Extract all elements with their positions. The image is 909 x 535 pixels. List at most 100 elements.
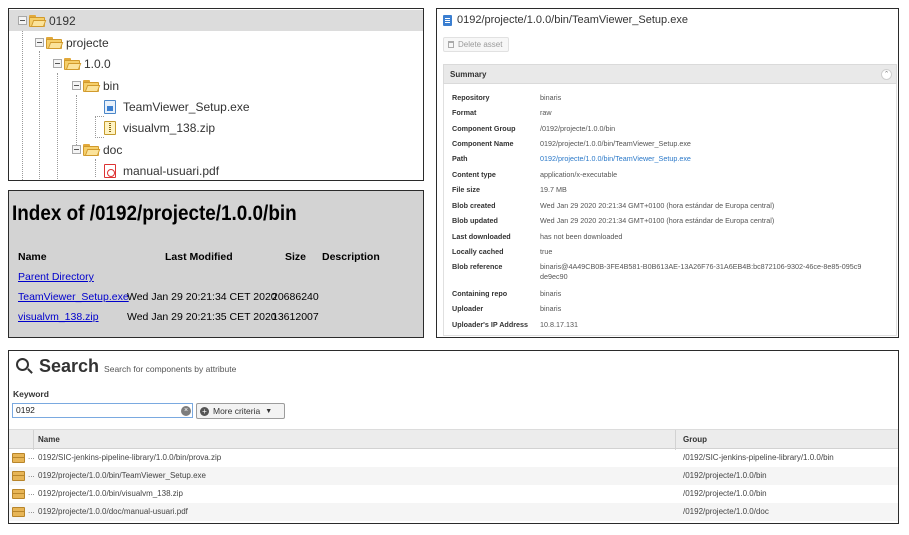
- delete-asset-button[interactable]: Delete asset: [443, 37, 510, 52]
- collapse-icon[interactable]: ⌃: [881, 69, 892, 80]
- summary-section-header[interactable]: Summary ⌃: [443, 64, 897, 84]
- field-key: Containing repo: [452, 289, 508, 298]
- open-folder-icon: [83, 143, 101, 156]
- field-key: Last downloaded: [452, 232, 511, 241]
- chevron-down-icon: ▼: [265, 407, 273, 415]
- field-key: Repository: [452, 93, 490, 102]
- field-value: 10.8.17.131: [540, 320, 578, 329]
- document-icon: [443, 14, 452, 26]
- result-row[interactable]: ... 0192/projecte/1.0.0/bin/TeamViewer_S…: [9, 467, 898, 485]
- component-icon: [12, 471, 25, 481]
- column-header-last-modified[interactable]: Last Modified: [165, 251, 233, 263]
- delete-asset-label: Delete asset: [458, 40, 503, 49]
- field-key: Content type: [452, 170, 496, 179]
- file-last-modified: Wed Jan 29 20:21:35 CET 2020: [127, 311, 277, 323]
- summary-body: Repository binaris Format raw Component Gr…: [443, 84, 897, 336]
- tree-node-bin[interactable]: bin: [9, 75, 423, 96]
- result-row[interactable]: ... 0192/projecte/1.0.0/doc/manual-usuar…: [9, 503, 898, 521]
- column-header-name[interactable]: Name: [18, 251, 47, 263]
- search-subtitle: Search for components by attribute: [104, 364, 237, 374]
- collapse-toggle-icon[interactable]: [72, 145, 81, 154]
- result-row[interactable]: ... 0192/projecte/1.0.0/bin/visualvm_138…: [9, 485, 898, 503]
- field-key: File size: [452, 185, 480, 194]
- clear-icon[interactable]: ×: [181, 406, 191, 416]
- tree-node-manual-pdf[interactable]: manual-usuari.pdf: [9, 160, 423, 180]
- more-criteria-button[interactable]: + More criteria ▼: [196, 403, 285, 419]
- field-key: Blob created: [452, 201, 496, 210]
- asset-title: 0192/projecte/1.0.0/bin/TeamViewer_Setup…: [443, 14, 688, 26]
- tree-connector: [95, 180, 104, 181]
- asset-title-text: 0192/projecte/1.0.0/bin/TeamViewer_Setup…: [457, 14, 688, 26]
- component-icon: [12, 507, 25, 517]
- directory-index-panel: Index of /0192/projecte/1.0.0/bin Name L…: [8, 190, 424, 338]
- field-value: de9ec90: [540, 272, 568, 281]
- collapse-toggle-icon[interactable]: [53, 59, 62, 68]
- keyword-label: Keyword: [13, 389, 49, 399]
- parent-directory-link[interactable]: Parent Directory: [18, 271, 94, 283]
- tree-node-label: TeamViewer_Setup.exe: [123, 99, 250, 114]
- result-group: /0192/projecte/1.0.0/bin: [683, 471, 767, 480]
- file-link-visualvm[interactable]: visualvm_138.zip: [18, 311, 99, 323]
- column-header-description[interactable]: Description: [322, 251, 380, 263]
- field-key: Uploader: [452, 304, 484, 313]
- row-ellipsis: ...: [28, 452, 35, 461]
- column-header-size[interactable]: Size: [285, 251, 306, 263]
- tree-node-doc[interactable]: doc: [9, 139, 423, 160]
- tree-node-teamviewer-setup[interactable]: TeamViewer_Setup.exe: [9, 96, 423, 117]
- tree-node-label: visualvm_138.zip: [123, 120, 216, 135]
- field-value: Wed Jan 29 2020 20:21:34 GMT+0100 (hora …: [540, 201, 775, 210]
- search-panel: Search Search for components by attribut…: [8, 350, 899, 524]
- collapse-toggle-icon[interactable]: [35, 38, 44, 47]
- result-name: 0192/projecte/1.0.0/bin/TeamViewer_Setup…: [38, 471, 206, 480]
- result-row[interactable]: ... 0192/SIC-jenkins-pipeline-library/1.…: [9, 449, 898, 467]
- column-divider[interactable]: [675, 430, 676, 450]
- field-value: raw: [540, 108, 552, 117]
- field-key: Blob updated: [452, 216, 498, 225]
- field-value: 0192/projecte/1.0.0/bin/TeamViewer_Setup…: [540, 139, 691, 148]
- tree-node-label: 0192: [49, 13, 76, 28]
- collapse-toggle-icon[interactable]: [18, 16, 27, 25]
- open-folder-icon: [64, 57, 82, 70]
- field-value: binaris@4A49CB0B-3FE4B581-B0B613AE-13A26…: [540, 262, 862, 271]
- field-value: true: [540, 247, 553, 256]
- field-value: binaris: [540, 93, 562, 102]
- summary-title: Summary: [450, 70, 487, 79]
- tree-node-projecte[interactable]: projecte: [9, 32, 423, 53]
- index-title: Index of /0192/projecte/1.0.0/bin: [12, 202, 297, 225]
- result-name: 0192/SIC-jenkins-pipeline-library/1.0.0/…: [38, 453, 222, 462]
- tree-node-label: 1.0.0: [84, 56, 111, 71]
- column-header-name[interactable]: Name: [38, 435, 60, 444]
- search-icon: [16, 358, 33, 375]
- component-icon: [12, 453, 25, 463]
- path-link[interactable]: 0192/projecte/1.0.0/bin/TeamViewer_Setup…: [540, 154, 691, 164]
- open-folder-icon: [83, 79, 101, 92]
- zip-file-icon: [104, 120, 116, 135]
- search-heading: Search Search for components by attribut…: [16, 356, 236, 377]
- field-value: binaris: [540, 289, 562, 298]
- file-size: 13612007: [272, 311, 319, 323]
- results-header: Name Group: [9, 429, 898, 450]
- field-value: /0192/projecte/1.0.0/bin: [540, 124, 616, 133]
- row-ellipsis: ...: [28, 488, 35, 497]
- file-link-teamviewer[interactable]: TeamViewer_Setup.exe: [18, 291, 129, 303]
- field-value: Wed Jan 29 2020 20:21:34 GMT+0100 (hora …: [540, 216, 775, 225]
- column-header-group[interactable]: Group: [683, 435, 707, 444]
- tree-node-visualvm-zip[interactable]: visualvm_138.zip: [9, 117, 423, 138]
- file-last-modified: Wed Jan 29 20:21:34 CET 2020: [127, 291, 277, 303]
- row-ellipsis: ...: [28, 470, 35, 479]
- keyword-input[interactable]: 0192: [12, 403, 193, 418]
- tree-node-0192[interactable]: 0192: [9, 10, 423, 31]
- pdf-file-icon: [104, 163, 116, 178]
- field-key: Component Group: [452, 124, 516, 133]
- collapse-toggle-icon[interactable]: [72, 81, 81, 90]
- tree-node-label: doc: [103, 142, 123, 157]
- row-ellipsis: ...: [28, 506, 35, 515]
- open-folder-icon: [29, 14, 47, 27]
- result-group: /0192/SIC-jenkins-pipeline-library/1.0.0…: [683, 453, 834, 462]
- field-value: has not been downloaded: [540, 232, 623, 241]
- field-key: Blob reference: [452, 262, 503, 271]
- field-key: Uploader's IP Address: [452, 320, 529, 329]
- tree-node-1-0-0[interactable]: 1.0.0: [9, 53, 423, 74]
- field-value: 19.7 MB: [540, 185, 567, 194]
- field-value: binaris: [540, 304, 562, 313]
